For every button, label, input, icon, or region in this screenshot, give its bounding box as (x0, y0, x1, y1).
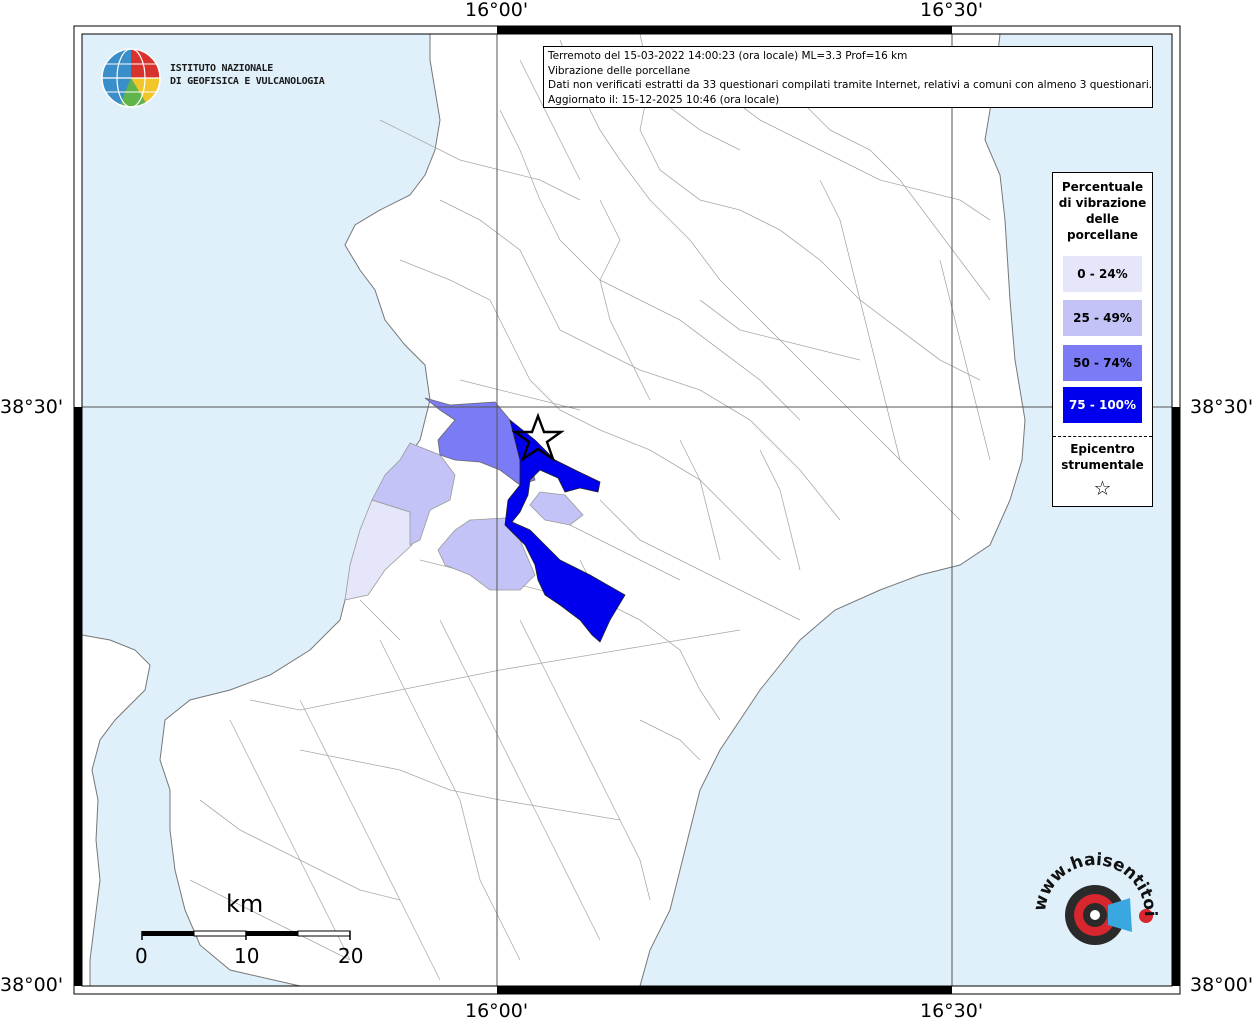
legend: Percentuale di vibrazione delle porcella… (1052, 172, 1153, 507)
event-info-line3: Dati non verificati estratti da 33 quest… (548, 79, 1153, 91)
lon-label-top-1: 16°00' (465, 0, 529, 21)
event-info-line2: Vibrazione delle porcellane (548, 64, 691, 77)
legend-star-icon: ☆ (1093, 476, 1112, 500)
legend-class-2: 50 - 74% (1063, 345, 1142, 381)
event-info-line4: Aggiornato il: 15-12-2025 10:46 (ora loc… (548, 93, 780, 106)
legend-epicenter-line2: strumentale (1061, 458, 1144, 472)
scale-tick-20: 20 (338, 944, 364, 968)
lon-label-bottom-1: 16°00' (465, 1000, 529, 1022)
legend-title-line2: di vibrazione (1058, 196, 1147, 210)
legend-class-1: 25 - 49% (1063, 300, 1142, 336)
legend-epicenter-label: Epicentro strumentale (1053, 441, 1152, 473)
ingv-logo-line2: DI GEOFISICA E VULCANOLOGIA (170, 76, 325, 87)
scale-tick-0: 0 (135, 944, 148, 968)
legend-separator (1053, 436, 1152, 437)
ingv-globe-icon (101, 48, 161, 108)
legend-title-line3: delle (1085, 212, 1120, 226)
scale-tick-10: 10 (234, 944, 260, 968)
lat-label-right-2: 38°00' (1190, 974, 1254, 996)
ingv-logo-text: ISTITUTO NAZIONALE DI GEOFISICA E VULCAN… (170, 62, 325, 88)
event-info-box: Terremoto del 15-03-2022 14:00:23 (ora l… (543, 46, 1153, 108)
legend-title-line4: porcellane (1066, 228, 1138, 242)
lon-label-top-2: 16°30' (920, 0, 984, 21)
scale-unit: km (226, 890, 264, 918)
lon-label-bottom-2: 16°30' (920, 1000, 984, 1022)
intensity-map: www.haisentitoilterremoto.it (0, 0, 1181, 995)
legend-epicenter-line1: Epicentro (1070, 442, 1135, 456)
lat-label-right-1: 38°30' (1190, 396, 1254, 418)
legend-class-3: 75 - 100% (1063, 387, 1142, 423)
event-info-line1: Terremoto del 15-03-2022 14:00:23 (ora l… (548, 50, 908, 62)
legend-title: Percentuale di vibrazione delle porcella… (1053, 179, 1152, 243)
legend-title-line1: Percentuale (1061, 180, 1144, 194)
lat-label-left-2: 38°00' (0, 974, 64, 996)
legend-class-0: 0 - 24% (1063, 256, 1142, 292)
ingv-logo-line1: ISTITUTO NAZIONALE (170, 63, 273, 74)
lat-label-left-1: 38°30' (0, 396, 64, 418)
